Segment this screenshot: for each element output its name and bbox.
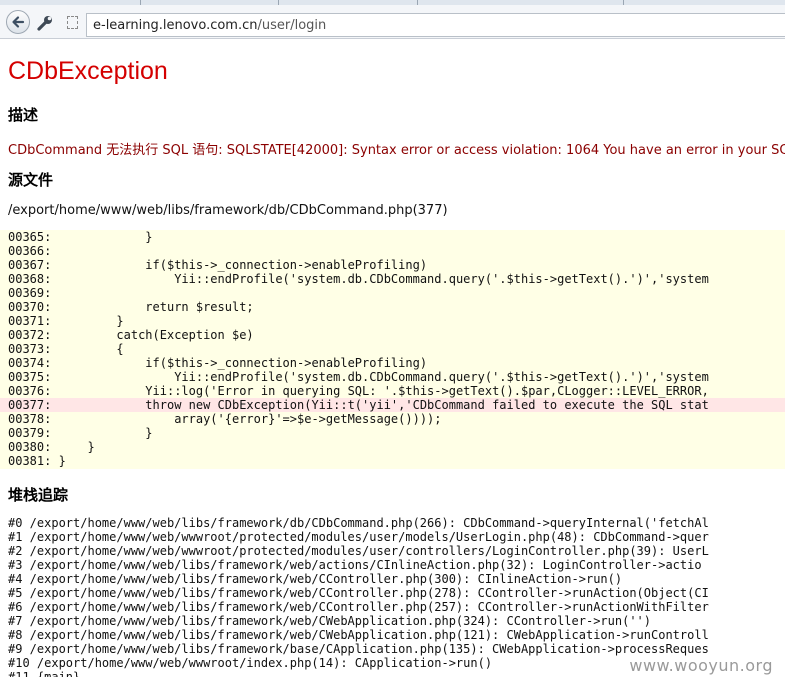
code-text: Yii::endProfile('system.db.CDbCommand.qu… — [58, 370, 709, 384]
back-arrow-icon — [12, 16, 25, 28]
line-number: 00377: — [8, 398, 52, 412]
code-text: array('{error}'=>$e->getMessage()))); — [58, 412, 442, 426]
watermark: www.wooyun.org — [629, 656, 773, 675]
code-line: 00368: Yii::endProfile('system.db.CDbCom… — [0, 272, 785, 286]
line-number: 00380: — [8, 440, 52, 454]
code-line: 00381: } — [0, 454, 785, 468]
code-line: 00366: — [0, 244, 785, 258]
line-number: 00366: — [8, 244, 52, 258]
line-number: 00371: — [8, 314, 52, 328]
code-text: { — [58, 342, 124, 356]
line-number: 00375: — [8, 370, 52, 384]
browser-toolbar: e-learning.lenovo.com.cn/user/login — [0, 5, 785, 39]
line-number: 00367: — [8, 258, 52, 272]
description-heading: 描述 — [8, 106, 39, 124]
code-line: 00379: } — [0, 426, 785, 440]
source-heading: 源文件 — [8, 171, 54, 189]
source-path: /export/home/www/web/libs/framework/db/C… — [8, 203, 448, 218]
stack-line: #7 /export/home/www/web/libs/framework/w… — [8, 614, 651, 628]
code-text: Yii::log('Error in querying SQL: '.$this… — [58, 384, 709, 398]
page-title: CDbException — [8, 57, 168, 85]
code-line: 00374: if($this->_connection->enableProf… — [0, 356, 785, 370]
line-number: 00373: — [8, 342, 52, 356]
wrench-icon[interactable] — [36, 14, 54, 32]
code-line: 00373: { — [0, 342, 785, 356]
line-number: 00374: — [8, 356, 52, 370]
url-path: /user/login — [257, 18, 327, 33]
line-number: 00381: — [8, 454, 52, 468]
code-line: 00371: } — [0, 314, 785, 328]
line-number: 00378: — [8, 412, 52, 426]
code-text: } — [58, 314, 124, 328]
code-text: } — [58, 454, 66, 468]
code-line: 00375: Yii::endProfile('system.db.CDbCom… — [0, 370, 785, 384]
stack-heading: 堆栈追踪 — [8, 486, 69, 504]
code-line: 00378: array('{error}'=>$e->getMessage()… — [0, 412, 785, 426]
line-number: 00370: — [8, 300, 52, 314]
address-bar[interactable]: e-learning.lenovo.com.cn/user/login — [86, 13, 785, 37]
code-text: } — [58, 440, 95, 454]
stack-line: #4 /export/home/www/web/libs/framework/w… — [8, 572, 623, 586]
code-text: Yii::endProfile('system.db.CDbCommand.qu… — [58, 272, 709, 286]
code-text: } — [58, 426, 153, 440]
error-description: CDbCommand 无法执行 SQL 语句: SQLSTATE[42000]:… — [8, 143, 785, 158]
code-text: } — [58, 230, 153, 244]
code-line: 00367: if($this->_connection->enableProf… — [0, 258, 785, 272]
page-icon — [67, 16, 78, 29]
line-number: 00365: — [8, 230, 52, 244]
code-line: 00380: } — [0, 440, 785, 454]
code-text: if($this->_connection->enableProfiling) — [58, 258, 428, 272]
code-line: 00369: — [0, 286, 785, 300]
code-line: 00370: return $result; — [0, 300, 785, 314]
stack-line: #9 /export/home/www/web/libs/framework/b… — [8, 642, 709, 656]
line-number: 00368: — [8, 272, 52, 286]
code-line: 00376: Yii::log('Error in querying SQL: … — [0, 384, 785, 398]
line-number: 00369: — [8, 286, 52, 300]
code-line: 00372: catch(Exception $e) — [0, 328, 785, 342]
code-line: 00365: } — [0, 230, 785, 244]
code-text: return $result; — [58, 300, 254, 314]
url-text: e-learning.lenovo.com.cn/user/login — [93, 18, 326, 33]
stack-line: #8 /export/home/www/web/libs/framework/w… — [8, 628, 709, 642]
stack-line: #0 /export/home/www/web/libs/framework/d… — [8, 516, 709, 530]
line-number: 00372: — [8, 328, 52, 342]
url-host: e-learning.lenovo.com.cn — [93, 18, 258, 33]
stack-trace: #0 /export/home/www/web/libs/framework/d… — [8, 516, 785, 677]
stack-line: #6 /export/home/www/web/libs/framework/w… — [8, 600, 709, 614]
code-line-error: 00377: throw new CDbException(Yii::t('yi… — [0, 398, 785, 412]
source-code-block: 00365: } 00366: 00367: if($this->_connect… — [0, 230, 785, 469]
stack-line: #3 /export/home/www/web/libs/framework/w… — [8, 558, 702, 572]
stack-line: #2 /export/home/www/web/wwwroot/protecte… — [8, 544, 709, 558]
code-text: catch(Exception $e) — [58, 328, 254, 342]
code-text: throw new CDbException(Yii::t('yii','CDb… — [58, 398, 709, 412]
back-button[interactable] — [6, 10, 30, 34]
stack-line: #5 /export/home/www/web/libs/framework/w… — [8, 586, 709, 600]
stack-line: #1 /export/home/www/web/wwwroot/protecte… — [8, 530, 709, 544]
page-content: CDbException 描述 CDbCommand 无法执行 SQL 语句: … — [0, 39, 785, 677]
code-text: if($this->_connection->enableProfiling) — [58, 356, 428, 370]
line-number: 00379: — [8, 426, 52, 440]
line-number: 00376: — [8, 384, 52, 398]
